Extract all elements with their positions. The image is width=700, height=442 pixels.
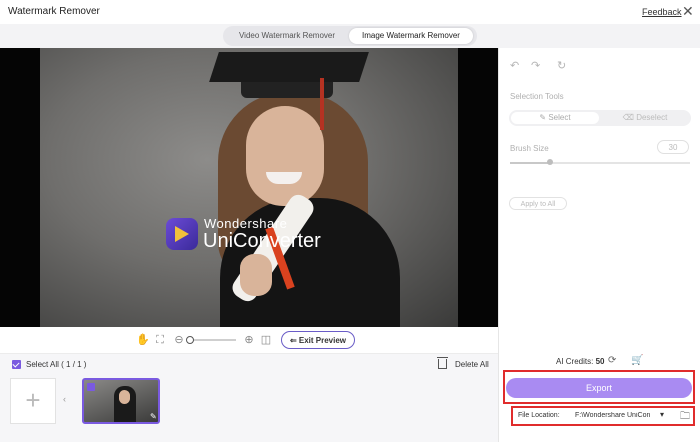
undo-icon[interactable]: ↶ bbox=[510, 60, 519, 72]
title-bar: Watermark Remover Feedback ✕ bbox=[0, 0, 700, 24]
zoom-slider-handle[interactable] bbox=[186, 336, 194, 344]
ai-credits-value: 50 bbox=[595, 357, 605, 366]
chevron-left-icon[interactable]: ‹ bbox=[63, 394, 66, 404]
preview-toolbar: ✋ ⛶ ⊖ ⊕ ◫ ⇐ Exit Preview bbox=[0, 327, 498, 353]
mode-tabs: Video Watermark Remover Image Watermark … bbox=[223, 26, 477, 46]
deselect-tool-label: Deselect bbox=[636, 113, 668, 122]
zoom-slider[interactable] bbox=[188, 339, 236, 341]
cart-icon[interactable]: 🛒 bbox=[631, 355, 643, 366]
selection-tools-label: Selection Tools bbox=[510, 92, 564, 101]
brush-size-label: Brush Size bbox=[510, 144, 549, 153]
file-strip: Select All ( 1 / 1 ) Delete All + ‹ ✎ bbox=[0, 354, 498, 442]
add-file-button[interactable]: + bbox=[10, 378, 56, 424]
feedback-link[interactable]: Feedback bbox=[642, 7, 682, 17]
crop-icon[interactable]: ⛶ bbox=[153, 333, 167, 347]
deselect-tool-button[interactable]: ⌫ Deselect bbox=[601, 112, 689, 124]
brush-size-slider-handle[interactable] bbox=[547, 159, 553, 165]
preview-image bbox=[40, 48, 458, 327]
brush-size-slider-fill bbox=[510, 162, 550, 164]
thumbnail-checkbox[interactable] bbox=[87, 383, 95, 391]
plus-icon: + bbox=[25, 385, 41, 415]
apply-to-all-button[interactable]: Apply to All bbox=[509, 197, 567, 210]
select-tool-button[interactable]: ✎ Select bbox=[511, 112, 599, 124]
ai-credits-label: AI Credits: bbox=[556, 357, 594, 366]
tab-video-watermark-remover[interactable]: Video Watermark Remover bbox=[227, 28, 347, 44]
file-thumbnail[interactable]: ✎ bbox=[82, 378, 160, 424]
chevron-down-icon[interactable]: ▾ bbox=[660, 410, 664, 419]
brush-size-input[interactable]: 30 bbox=[657, 140, 689, 154]
select-all-label[interactable]: Select All ( 1 / 1 ) bbox=[26, 360, 86, 369]
export-button[interactable]: Export bbox=[506, 378, 692, 398]
exit-preview-button[interactable]: ⇐ Exit Preview bbox=[281, 331, 355, 349]
edit-icon[interactable]: ✎ bbox=[150, 412, 157, 421]
watermark-product: UniConverter bbox=[203, 230, 321, 252]
zoom-out-icon[interactable]: ⊖ bbox=[172, 333, 186, 347]
watermark-overlay: Wondershare UniConverter bbox=[166, 216, 346, 256]
image-preview: Wondershare UniConverter bbox=[0, 48, 498, 327]
refresh-icon[interactable]: ⟳ bbox=[608, 355, 616, 366]
selection-mode-toggle: ✎ Select ⌫ Deselect bbox=[509, 110, 691, 126]
mode-bar: Video Watermark Remover Image Watermark … bbox=[0, 24, 700, 48]
hand-icon[interactable]: ✋ bbox=[136, 333, 150, 347]
watermark-brand: Wondershare bbox=[204, 216, 288, 231]
tab-image-watermark-remover[interactable]: Image Watermark Remover bbox=[349, 28, 473, 44]
select-tool-label: Select bbox=[548, 113, 571, 122]
exit-preview-label: Exit Preview bbox=[298, 336, 347, 345]
ai-credits: AI Credits: 50 bbox=[556, 357, 604, 366]
window-title: Watermark Remover bbox=[8, 6, 100, 17]
redo-icon[interactable]: ↷ bbox=[531, 60, 540, 72]
compare-icon[interactable]: ◫ bbox=[259, 333, 273, 347]
trash-icon[interactable] bbox=[437, 357, 448, 369]
file-location-select[interactable]: F:\Wondershare UniCon bbox=[575, 412, 657, 419]
reset-icon[interactable]: ↻ bbox=[557, 60, 566, 72]
zoom-in-icon[interactable]: ⊕ bbox=[242, 333, 256, 347]
delete-all-button[interactable]: Delete All bbox=[455, 360, 489, 369]
select-all-checkbox[interactable] bbox=[12, 360, 21, 369]
file-location-label: File Location: bbox=[518, 412, 560, 419]
folder-icon[interactable]: 🗀 bbox=[680, 409, 690, 426]
settings-panel: ↶ ↷ ↻ Selection Tools ✎ Select ⌫ Deselec… bbox=[499, 48, 700, 442]
uniconverter-logo-icon bbox=[166, 218, 198, 250]
close-icon[interactable]: ✕ bbox=[682, 4, 694, 18]
